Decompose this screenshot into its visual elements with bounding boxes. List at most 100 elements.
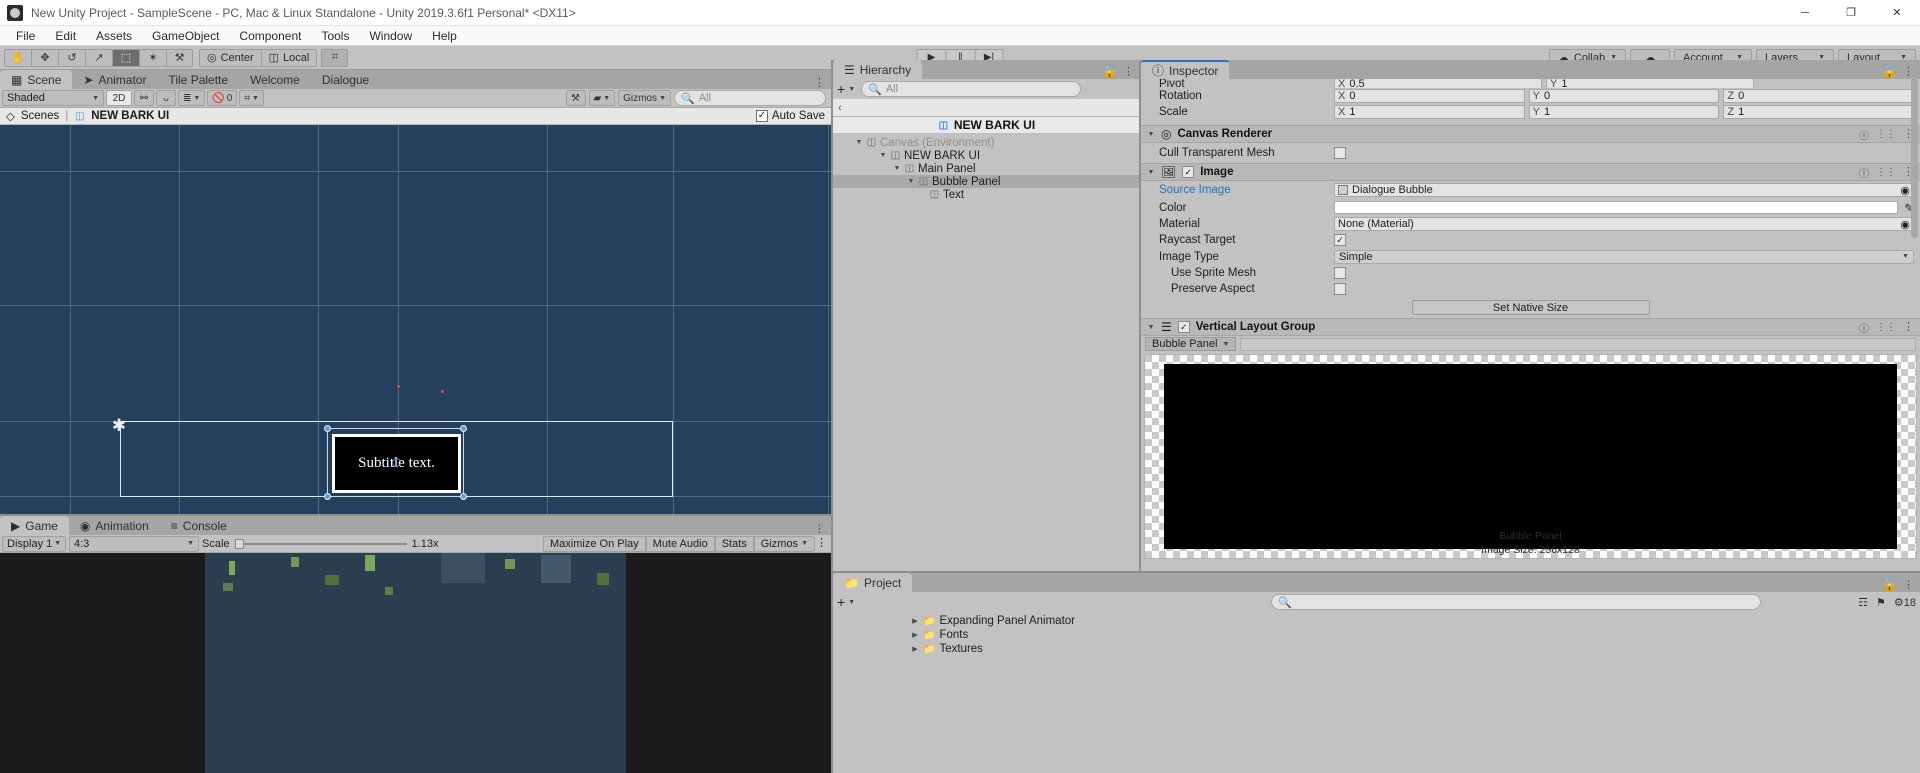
preset-icon[interactable]: ⋮⋮ bbox=[1876, 129, 1896, 140]
expand-arrow-icon[interactable]: ▼ bbox=[855, 139, 863, 146]
scale-slider-knob[interactable] bbox=[234, 538, 244, 549]
expand-arrow-icon[interactable]: ▼ bbox=[907, 178, 915, 185]
menu-gameobject[interactable]: GameObject bbox=[142, 26, 229, 46]
aspect-ratio-dropdown[interactable]: 4:3 ▼ bbox=[69, 535, 199, 552]
gizmos-button[interactable]: Gizmos ▼ bbox=[618, 90, 671, 106]
auto-save-toggle[interactable]: ✓ Auto Save bbox=[755, 110, 825, 122]
tab-dialogue[interactable]: Dialogue bbox=[310, 70, 381, 89]
menu-component[interactable]: Component bbox=[229, 26, 311, 46]
hierarchy-item-bubble-panel[interactable]: ▼ ◫ Bubble Panel bbox=[833, 175, 1140, 188]
inspector-scrollbar[interactable] bbox=[1911, 78, 1918, 238]
resize-handle-bl[interactable] bbox=[324, 493, 331, 500]
hierarchy-tree[interactable]: ▼ ◫ Canvas (Environment) ▼ ◫ NEW BARK UI… bbox=[833, 134, 1140, 573]
divider-hierarchy-project[interactable] bbox=[833, 571, 1920, 573]
expand-arrow-icon[interactable]: ▼ bbox=[893, 165, 901, 172]
project-item-fonts[interactable]: ▶ 📁 Fonts bbox=[833, 628, 1920, 642]
hierarchy-item-canvas[interactable]: ▼ ◫ Canvas (Environment) bbox=[833, 136, 1140, 149]
set-native-size-button[interactable]: Set Native Size bbox=[1411, 300, 1650, 315]
pivot-space-button[interactable]: ◫ Local bbox=[260, 48, 318, 67]
maximize-on-play-button[interactable]: Maximize On Play bbox=[543, 535, 646, 552]
rect-tool-icon[interactable]: ⬚ bbox=[112, 48, 139, 67]
tab-animation[interactable]: ◉ Animation bbox=[68, 516, 160, 535]
divider-scene-hierarchy[interactable] bbox=[831, 60, 833, 773]
scale-z-field[interactable]: Z 1 bbox=[1723, 105, 1915, 119]
project-body[interactable]: ▶ 📁 Expanding Panel Animator ▶ 📁 Fonts ▶… bbox=[833, 612, 1920, 773]
toggle-2d-button[interactable]: 2D bbox=[106, 90, 132, 106]
resize-handle-br[interactable] bbox=[460, 493, 467, 500]
pivot-mode-button[interactable]: ◎ Center bbox=[199, 48, 261, 67]
collapse-arrow-icon[interactable]: ▼ bbox=[1147, 131, 1155, 138]
tab-game[interactable]: ▶ Game bbox=[0, 516, 69, 535]
panel-options-icon[interactable]: ⋮ bbox=[814, 78, 825, 89]
source-image-label[interactable]: Source Image bbox=[1159, 184, 1334, 196]
object-picker-icon[interactable]: ◉ bbox=[1900, 184, 1910, 197]
move-tool-icon[interactable]: ✥ bbox=[31, 48, 58, 67]
hierarchy-item-text[interactable]: ◫ Text bbox=[833, 188, 1140, 201]
tab-tile-palette[interactable]: Tile Palette bbox=[157, 70, 240, 89]
color-swatch-field[interactable] bbox=[1334, 201, 1899, 214]
preset-icon[interactable]: ⋮⋮ bbox=[1876, 167, 1896, 178]
component-menu-icon[interactable]: ⋮ bbox=[1903, 321, 1914, 333]
scale-x-field[interactable]: X 1 bbox=[1334, 105, 1525, 119]
lock-icon[interactable]: 🔓 bbox=[1102, 65, 1117, 79]
source-image-field[interactable]: Dialogue Bubble ◉ bbox=[1334, 183, 1914, 197]
cull-transparent-mesh-checkbox[interactable] bbox=[1334, 147, 1346, 159]
expand-arrow-icon[interactable]: ▶ bbox=[911, 631, 919, 639]
menu-edit[interactable]: Edit bbox=[45, 26, 86, 46]
close-button[interactable]: ✕ bbox=[1874, 0, 1920, 26]
filter-by-label-icon[interactable]: ⚑ bbox=[1876, 596, 1886, 609]
rotation-y-field[interactable]: Y 0 bbox=[1528, 89, 1720, 103]
hierarchy-item-new-bark-ui[interactable]: ▼ ◫ NEW BARK UI bbox=[833, 149, 1140, 162]
tab-project[interactable]: 📁 Project bbox=[833, 573, 913, 592]
lock-icon[interactable]: 🔓 bbox=[1882, 578, 1897, 592]
game-view[interactable] bbox=[0, 553, 831, 773]
menu-assets[interactable]: Assets bbox=[86, 26, 142, 46]
menu-tools[interactable]: Tools bbox=[311, 26, 359, 46]
maximize-button[interactable]: ❐ bbox=[1828, 0, 1874, 26]
menu-file[interactable]: File bbox=[6, 26, 45, 46]
preset-icon[interactable]: ⋮⋮ bbox=[1876, 322, 1896, 333]
collapse-arrow-icon[interactable]: ▼ bbox=[1147, 324, 1155, 331]
grid-snapping-icon[interactable]: ⌗ bbox=[321, 48, 349, 67]
pivot-x-field[interactable]: X 0.5 bbox=[1334, 79, 1542, 88]
tab-scene[interactable]: ▦ Scene bbox=[0, 70, 73, 89]
display-dropdown[interactable]: Display 1 ▼ bbox=[2, 535, 66, 552]
breadcrumb-scenes[interactable]: Scenes bbox=[21, 110, 59, 122]
mute-audio-button[interactable]: Mute Audio bbox=[645, 535, 715, 552]
rotation-x-field[interactable]: X 0 bbox=[1334, 89, 1525, 103]
tab-welcome[interactable]: Welcome bbox=[239, 70, 311, 89]
panel-options-icon[interactable]: ⋮ bbox=[1123, 66, 1134, 78]
tab-hierarchy[interactable]: ☰ Hierarchy bbox=[833, 60, 923, 79]
breadcrumb-current[interactable]: NEW BARK UI bbox=[91, 110, 169, 122]
use-sprite-mesh-checkbox[interactable] bbox=[1334, 267, 1346, 279]
custom-tool-icon[interactable]: ⚒ bbox=[166, 48, 193, 67]
create-asset-button[interactable]: + ▼ bbox=[837, 594, 855, 610]
resize-handle-tl[interactable] bbox=[324, 425, 331, 432]
project-item-expanding-panel-animator[interactable]: ▶ 📁 Expanding Panel Animator bbox=[833, 614, 1920, 628]
shading-mode-dropdown[interactable]: Shaded ▼ bbox=[2, 90, 104, 106]
selected-bubble-panel[interactable]: Subtitle text. bbox=[324, 425, 467, 500]
material-field[interactable]: None (Material) ◉ bbox=[1334, 217, 1914, 231]
filter-by-type-icon[interactable]: ☶ bbox=[1858, 596, 1868, 609]
scale-slider-group[interactable]: Scale 1.13x bbox=[202, 538, 438, 550]
preserve-aspect-checkbox[interactable] bbox=[1334, 283, 1346, 295]
tab-animator[interactable]: ➤ Animator bbox=[72, 70, 158, 89]
scale-y-field[interactable]: Y 1 bbox=[1528, 105, 1720, 119]
hand-tool-icon[interactable]: ✋ bbox=[4, 48, 31, 67]
scene-tools-icon[interactable]: ⚒ bbox=[565, 90, 586, 106]
scale-tool-icon[interactable]: ↗ bbox=[85, 48, 112, 67]
help-icon[interactable]: ⓘ bbox=[1859, 320, 1869, 335]
panel-options-icon[interactable]: ⋮ bbox=[814, 524, 825, 535]
stats-button[interactable]: Stats bbox=[714, 535, 754, 552]
scene-viewport[interactable]: ✱ Subtitle text. bbox=[0, 125, 831, 516]
scene-visibility-button[interactable]: 🚫 0 bbox=[207, 90, 238, 106]
rotate-tool-icon[interactable]: ↺ bbox=[58, 48, 85, 67]
collapse-arrow-icon[interactable]: ▼ bbox=[1147, 169, 1155, 176]
scene-lighting-icon[interactable]: ⚯ bbox=[134, 90, 154, 106]
scene-grid-button[interactable]: ⌗ ▼ bbox=[239, 90, 264, 106]
transform-tool-icon[interactable]: ✶ bbox=[139, 48, 166, 67]
pivot-y-field[interactable]: Y 1 bbox=[1546, 79, 1754, 88]
help-icon[interactable]: ⓘ bbox=[1859, 165, 1869, 180]
preview-object-selector[interactable]: Bubble Panel ▼ bbox=[1145, 337, 1237, 351]
canvas-renderer-header[interactable]: ▼ ◎ Canvas Renderer ⓘ ⋮⋮ ⋮ bbox=[1141, 125, 1920, 143]
